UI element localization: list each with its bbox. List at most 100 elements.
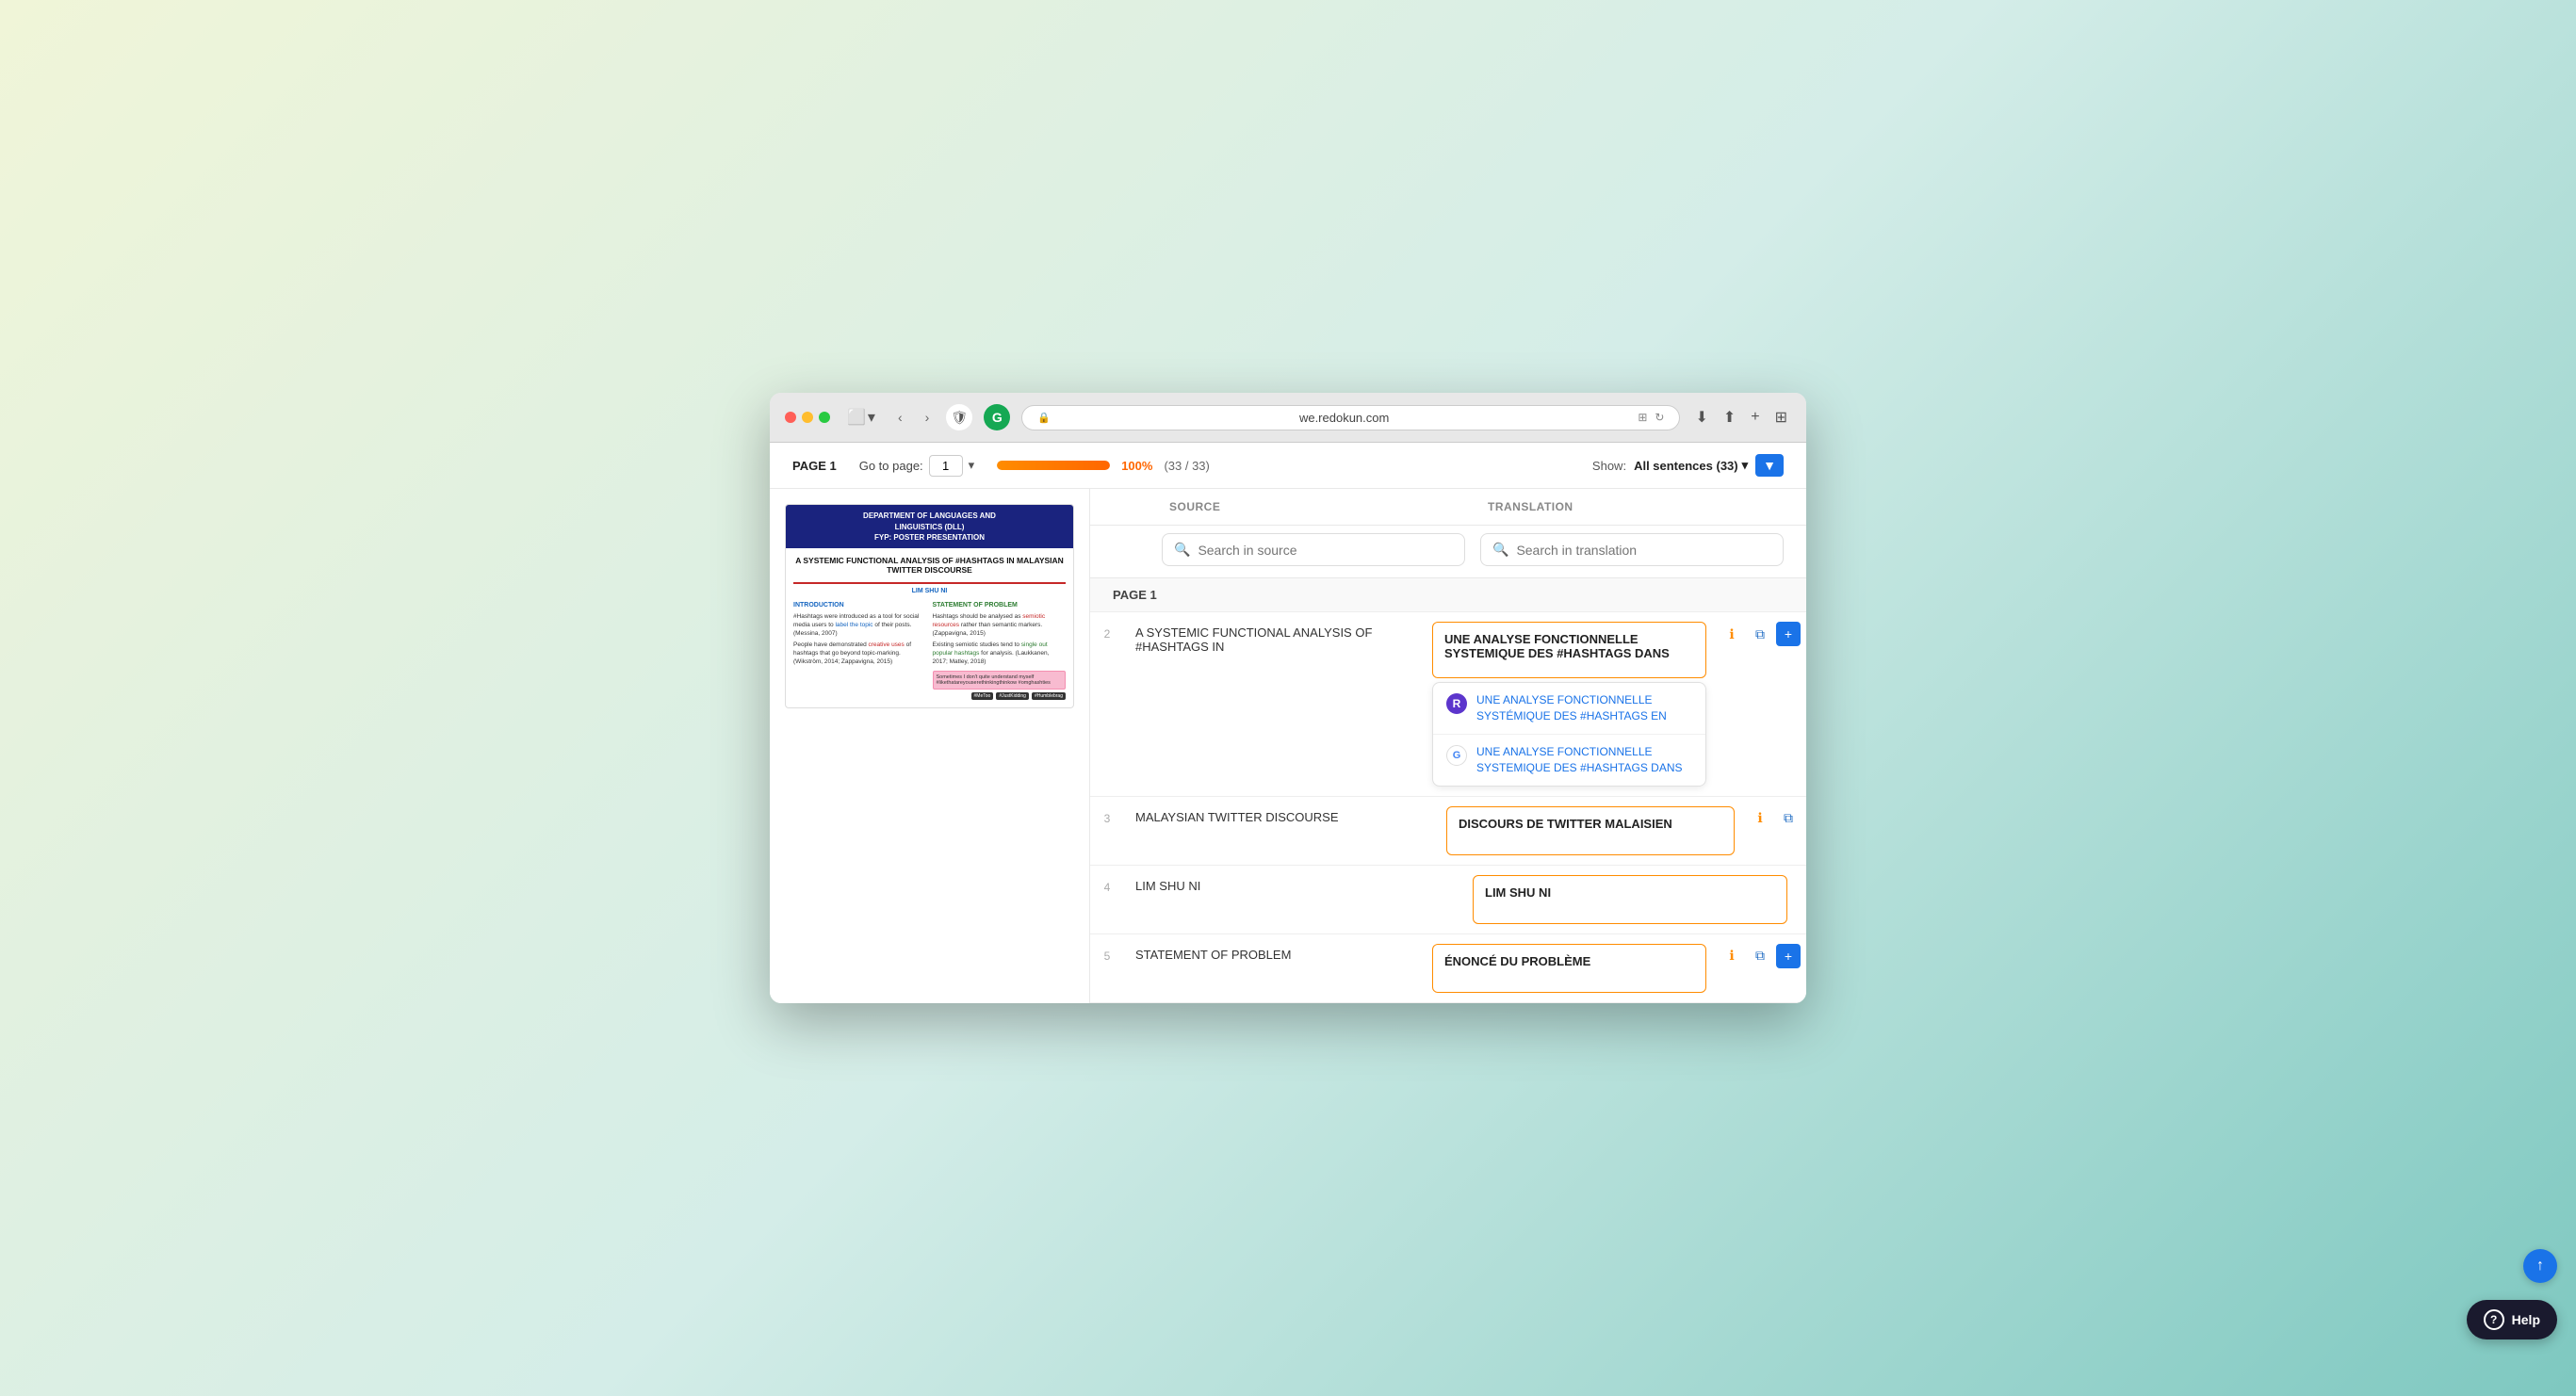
translation-cell[interactable]: DISCOURS DE TWITTER MALAISIEN (1435, 797, 1746, 865)
translation-search-input[interactable] (1516, 543, 1771, 558)
suggestion-item[interactable]: R UNE ANALYSE FONCTIONNELLE SYSTÉMIQUE D… (1433, 683, 1705, 735)
source-text: STATEMENT OF PROBLEM (1135, 948, 1291, 962)
page-dropdown-button[interactable]: ▾ (969, 458, 975, 473)
top-bar: PAGE 1 Go to page: ▾ 100% (33 / 33) Show… (770, 443, 1806, 489)
page-label: PAGE 1 (792, 459, 837, 473)
social-badge-2: #JustKidding (996, 692, 1029, 700)
preview-pink-box: Sometimes I don't quite understand mysel… (933, 671, 1067, 690)
translation-row-actions (1799, 866, 1806, 933)
preview-body: A SYSTEMIC FUNCTIONAL ANALYSIS OF #HASHT… (786, 548, 1073, 707)
source-search-input[interactable] (1198, 543, 1453, 558)
grammarly-icon: G (984, 404, 1010, 430)
suggestion-text-2: UNE ANALYSE FONCTIONNELLE SYSTEMIQUE DES… (1476, 744, 1692, 776)
preview-text-4: Existing semiotic studies tend to single… (933, 641, 1067, 666)
new-tab-button[interactable]: + (1747, 405, 1763, 430)
preview-columns: INTRODUCTION #Hashtags were introduced a… (793, 602, 1066, 700)
shield-icon: 🛡 (946, 404, 972, 430)
social-badge-1: #MeToo (971, 692, 994, 700)
tab-grid-button[interactable]: ⊞ (1771, 404, 1791, 430)
minimize-button[interactable] (802, 412, 813, 423)
suggestions-panel: R UNE ANALYSE FONCTIONNELLE SYSTÉMIQUE D… (1432, 682, 1706, 786)
page-number-input[interactable] (929, 455, 963, 477)
scroll-up-button[interactable]: ↑ (2523, 1249, 2557, 1283)
progress-bar-fill (997, 461, 1110, 470)
add-icon-button[interactable]: + (1776, 944, 1801, 968)
maximize-button[interactable] (819, 412, 830, 423)
table-row: 3 MALAYSIAN TWITTER DISCOURSE DISCOURS D… (1090, 797, 1806, 866)
translation-input[interactable]: DISCOURS DE TWITTER MALAISIEN (1446, 806, 1735, 855)
translation-input[interactable]: UNE ANALYSE FONCTIONNELLE SYSTEMIQUE DES… (1432, 622, 1706, 678)
progress-count: (33 / 33) (1164, 459, 1209, 473)
url-text: we.redokun.com (1058, 411, 1630, 425)
warning-icon-button[interactable]: ℹ (1720, 622, 1744, 646)
reload-icon[interactable]: ↻ (1655, 411, 1664, 424)
browser-right-actions: ⬇ ⬆ + ⊞ (1691, 404, 1791, 430)
warning-icon-button[interactable]: ℹ (1720, 944, 1744, 968)
sentences-list: PAGE 1 2 A SYSTEMIC FUNCTIONAL ANALYSIS … (1090, 578, 1806, 1002)
translation-column-header: TRANSLATION (1488, 500, 1784, 513)
preview-text-2: People have demonstrated creative uses o… (793, 641, 927, 666)
address-bar-icons: ⊞ ↻ (1638, 411, 1664, 424)
forward-button[interactable]: › (920, 406, 936, 429)
lock-icon: 🔒 (1037, 412, 1051, 424)
close-button[interactable] (785, 412, 796, 423)
source-search-wrapper[interactable]: 🔍 (1162, 533, 1465, 566)
sidebar-toggle-button[interactable]: ⬜ ▾ (841, 404, 881, 430)
add-icon-button[interactable]: + (1776, 622, 1801, 646)
help-button[interactable]: ? Help (2467, 1300, 2557, 1339)
warning-icon-button[interactable]: ℹ (1748, 806, 1772, 831)
search-icon: 🔍 (1492, 542, 1508, 558)
translation-cell[interactable]: UNE ANALYSE FONCTIONNELLE SYSTEMIQUE DES… (1421, 612, 1718, 795)
translation-input[interactable]: LIM SHU NI (1473, 875, 1787, 924)
source-cell: STATEMENT OF PROBLEM (1124, 934, 1421, 1002)
source-cell: MALAYSIAN TWITTER DISCOURSE (1124, 797, 1435, 865)
column-headers: SOURCE TRANSLATION (1090, 489, 1806, 526)
search-row: 🔍 🔍 (1090, 526, 1806, 578)
source-text: MALAYSIAN TWITTER DISCOURSE (1135, 810, 1339, 824)
preview-social-icons: #MeToo #JustKidding #Humblebrag (933, 692, 1067, 700)
sentence-number: 4 (1090, 866, 1124, 933)
show-dropdown-button[interactable]: All sentences (33) ▾ (1634, 458, 1748, 473)
source-text: LIM SHU NI (1135, 879, 1200, 893)
source-cell: LIM SHU NI (1124, 866, 1461, 933)
preview-col-title-intro: INTRODUCTION (793, 602, 927, 609)
preview-title: A SYSTEMIC FUNCTIONAL ANALYSIS OF #HASHT… (793, 556, 1066, 575)
sentence-number: 5 (1090, 934, 1124, 1002)
translate-icon: ⊞ (1638, 411, 1647, 424)
search-icon: 🔍 (1174, 542, 1190, 558)
left-panel: DEPARTMENT OF LANGUAGES AND LINGUISTICS … (770, 489, 1090, 1002)
progress-section: 100% (33 / 33) (997, 459, 1570, 473)
show-section: Show: All sentences (33) ▾ ▼ (1592, 454, 1784, 477)
translation-input[interactable]: ÉNONCÉ DU PROBLÈME (1432, 944, 1706, 993)
sentence-number: 2 (1090, 612, 1124, 795)
preview-author: LIM SHU NI (793, 588, 1066, 594)
preview-col-title-problem: STATEMENT OF PROBLEM (933, 602, 1067, 609)
address-bar[interactable]: 🔒 we.redokun.com ⊞ ↻ (1021, 405, 1680, 430)
download-button[interactable]: ⬇ (1691, 404, 1711, 430)
chevron-down-icon: ▾ (868, 408, 875, 427)
browser-window: ⬜ ▾ ‹ › 🛡 G 🔒 we.redokun.com ⊞ ↻ ⬇ ⬆ + ⊞… (770, 393, 1806, 1002)
goto-page: Go to page: ▾ (859, 455, 974, 477)
sidebar-icon: ⬜ (847, 408, 866, 427)
copy-icon-button[interactable]: ⧉ (1748, 622, 1772, 646)
translation-cell[interactable]: ÉNONCÉ DU PROBLÈME (1421, 934, 1718, 1002)
copy-icon-button[interactable]: ⧉ (1776, 806, 1801, 831)
share-button[interactable]: ⬆ (1720, 404, 1739, 430)
preview-text-3: Hashtags should be analysed as semiotic … (933, 612, 1067, 638)
table-row: 4 LIM SHU NI LIM SHU NI (1090, 866, 1806, 934)
back-button[interactable]: ‹ (892, 406, 908, 429)
copy-icon-button[interactable]: ⧉ (1748, 944, 1772, 968)
filter-button[interactable]: ▼ (1755, 454, 1784, 477)
translation-search-wrapper[interactable]: 🔍 (1480, 533, 1784, 566)
traffic-lights (785, 412, 830, 423)
show-label: Show: (1592, 459, 1626, 473)
redokun-suggestion-icon: R (1446, 693, 1467, 714)
translation-row-actions: ℹ ⧉ (1746, 797, 1806, 865)
suggestion-item[interactable]: G UNE ANALYSE FONCTIONNELLE SYSTEMIQUE D… (1433, 735, 1705, 786)
page-section-header: PAGE 1 (1090, 578, 1806, 612)
right-panel: SOURCE TRANSLATION 🔍 🔍 (1090, 489, 1806, 1002)
source-cell: A SYSTEMIC FUNCTIONAL ANALYSIS OF #HASHT… (1124, 612, 1421, 795)
social-badge-3: #Humblebrag (1032, 692, 1066, 700)
translation-cell[interactable]: LIM SHU NI (1461, 866, 1799, 933)
goto-label: Go to page: (859, 459, 923, 473)
